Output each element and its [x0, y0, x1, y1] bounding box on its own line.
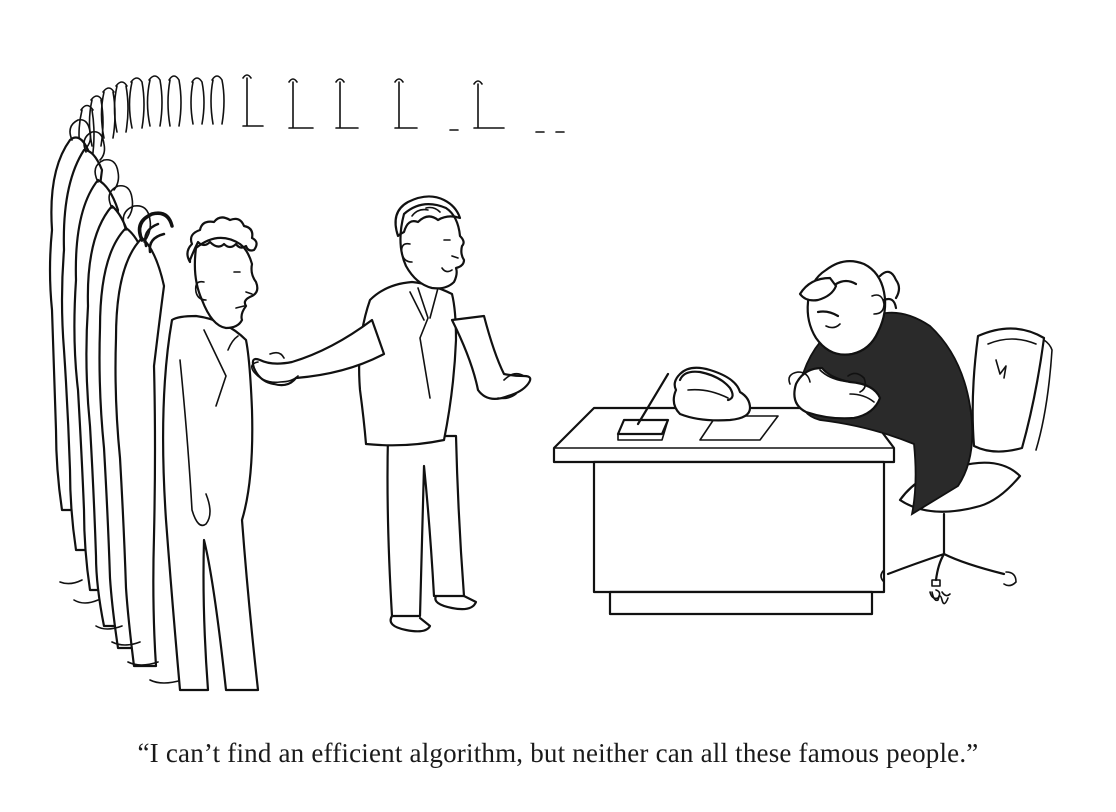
- explaining-man: [250, 195, 532, 633]
- cartoon-illustration: [48, 74, 1053, 692]
- line-of-famous-people: [48, 118, 183, 684]
- front-famous-man: [162, 216, 260, 692]
- distant-queue-figures: [78, 74, 565, 161]
- cartoon-caption: “I can’t find an efficient algorithm, bu…: [137, 738, 979, 768]
- desk: [552, 406, 896, 616]
- telephone: [672, 366, 752, 422]
